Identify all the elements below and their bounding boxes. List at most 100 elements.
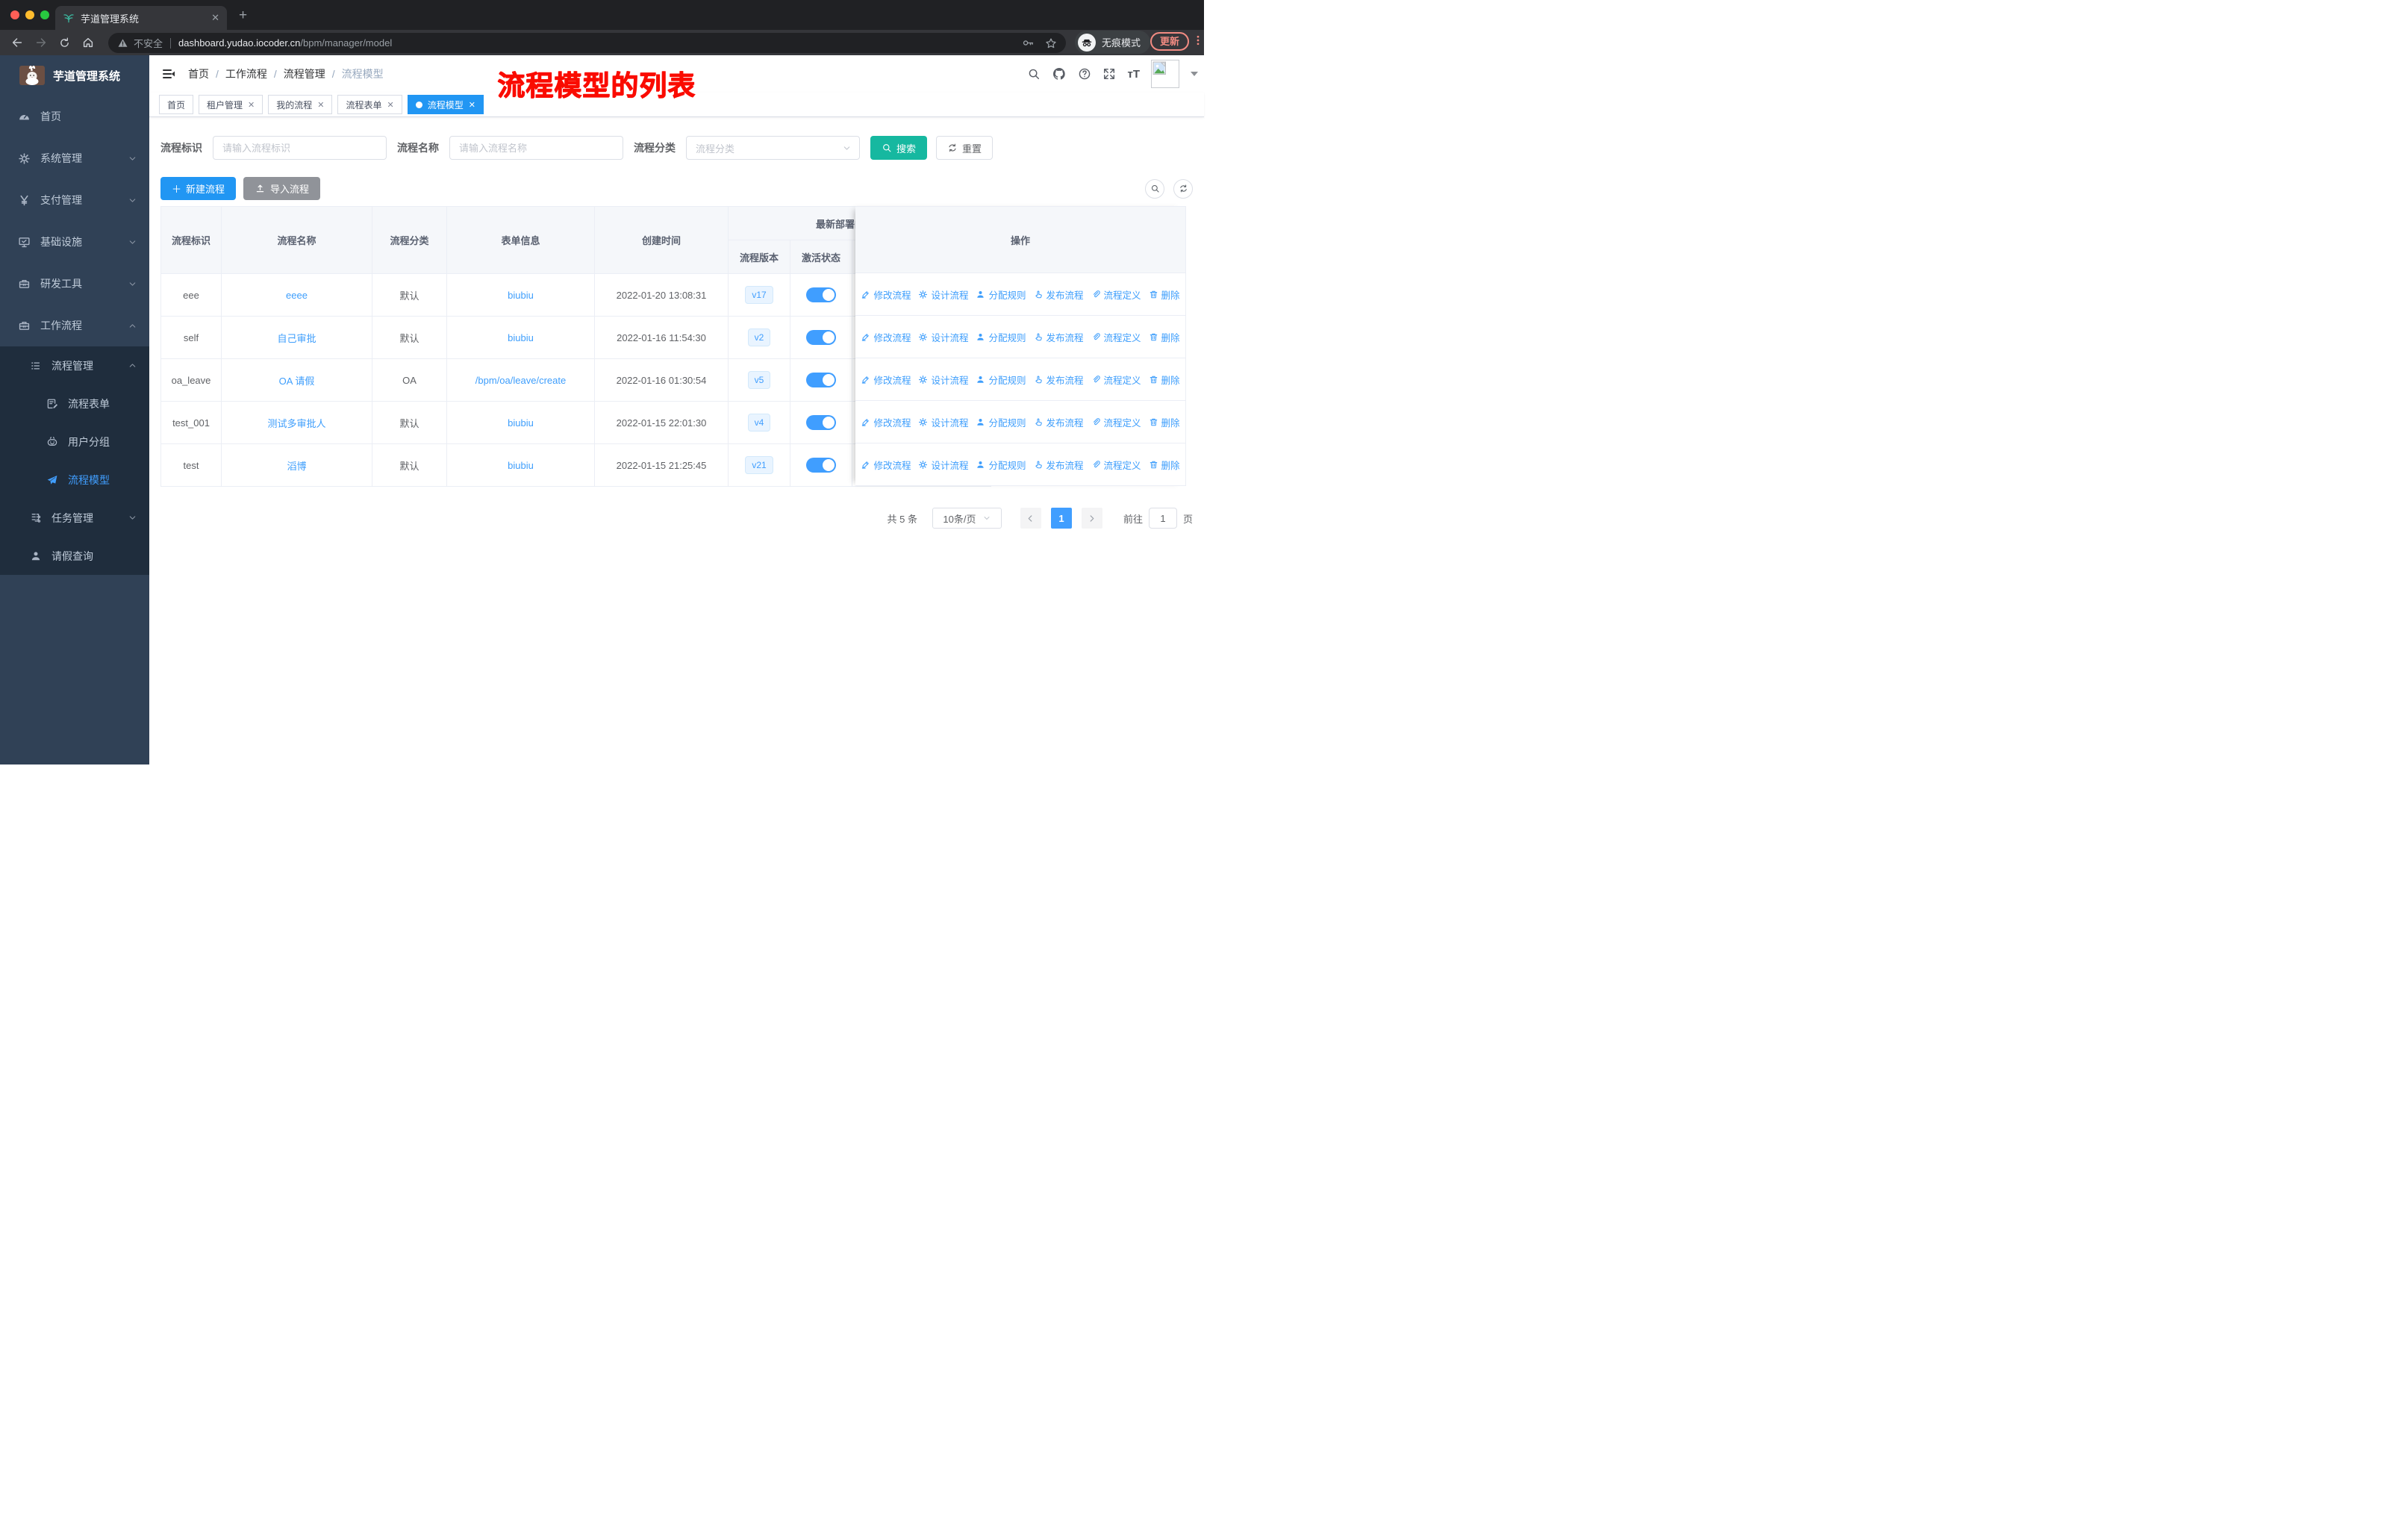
sidebar-item-process-manage[interactable]: 流程管理 xyxy=(0,346,149,384)
sidebar-item-process-model[interactable]: 流程模型 xyxy=(0,461,149,499)
close-icon[interactable]: ✕ xyxy=(317,100,324,110)
category-select[interactable]: 流程分类 xyxy=(686,136,860,160)
cell-form-link[interactable]: biubiu xyxy=(447,444,595,487)
font-size-icon[interactable]: ᴛT xyxy=(1127,68,1140,81)
sidebar-item-home[interactable]: 首页 xyxy=(0,96,149,137)
active-toggle[interactable] xyxy=(806,458,836,473)
sidebar-item-leave-query[interactable]: 请假查询 xyxy=(0,537,149,575)
design-process-link[interactable]: 设计流程 xyxy=(918,373,968,387)
search-button[interactable]: 搜索 xyxy=(870,136,928,160)
process-name-input[interactable] xyxy=(449,136,623,160)
cell-name-link[interactable]: 测试多审批人 xyxy=(222,402,372,444)
show-search-button[interactable] xyxy=(1145,178,1164,199)
close-icon[interactable]: ✕ xyxy=(387,100,394,110)
forward-icon[interactable] xyxy=(34,36,48,49)
active-toggle[interactable] xyxy=(806,373,836,387)
cell-form-link[interactable]: biubiu xyxy=(447,317,595,359)
minimize-window-button[interactable] xyxy=(25,10,34,19)
view-tab-process-model[interactable]: 流程模型 ✕ xyxy=(407,95,484,114)
publish-process-link[interactable]: 发布流程 xyxy=(1034,330,1084,344)
breadcrumb-process-manage[interactable]: 流程管理 xyxy=(284,66,325,81)
assign-rule-link[interactable]: 分配规则 xyxy=(976,287,1026,302)
refresh-table-button[interactable] xyxy=(1173,178,1193,199)
close-icon[interactable]: ✕ xyxy=(469,100,475,110)
current-page[interactable]: 1 xyxy=(1050,508,1072,529)
cell-name-link[interactable]: eeee xyxy=(222,274,372,317)
active-toggle[interactable] xyxy=(806,415,836,430)
edit-process-link[interactable]: 修改流程 xyxy=(861,458,911,472)
help-icon[interactable] xyxy=(1078,67,1091,81)
sidebar-item-user-group[interactable]: 用户分组 xyxy=(0,423,149,461)
edit-process-link[interactable]: 修改流程 xyxy=(861,415,911,429)
page-size-select[interactable]: 10条/页 xyxy=(932,508,1002,529)
close-icon[interactable]: ✕ xyxy=(248,100,255,110)
sidebar-item-workflow[interactable]: 工作流程 xyxy=(0,305,149,346)
publish-process-link[interactable]: 发布流程 xyxy=(1034,415,1084,429)
delete-link[interactable]: 删除 xyxy=(1149,373,1180,387)
chrome-update-button[interactable]: 更新 xyxy=(1150,32,1190,51)
assign-rule-link[interactable]: 分配规则 xyxy=(976,415,1026,429)
import-process-button[interactable]: 导入流程 xyxy=(243,177,321,200)
publish-process-link[interactable]: 发布流程 xyxy=(1034,458,1084,472)
next-page-button[interactable] xyxy=(1081,508,1102,529)
prev-page-button[interactable] xyxy=(1020,508,1041,529)
browser-tab[interactable]: 芋道管理系统 ✕ xyxy=(55,6,227,30)
delete-link[interactable]: 删除 xyxy=(1149,330,1180,344)
process-definition-link[interactable]: 流程定义 xyxy=(1091,287,1141,302)
assign-rule-link[interactable]: 分配规则 xyxy=(976,330,1026,344)
view-tab-tenant[interactable]: 租户管理 ✕ xyxy=(199,95,263,114)
home-icon[interactable] xyxy=(81,36,95,49)
cell-name-link[interactable]: 自己审批 xyxy=(222,317,372,359)
reload-icon[interactable] xyxy=(58,37,71,49)
sidebar-item-task-manage[interactable]: 任务管理 xyxy=(0,499,149,537)
hamburger-icon[interactable] xyxy=(161,66,176,81)
cell-name-link[interactable]: OA 请假 xyxy=(222,359,372,402)
process-definition-link[interactable]: 流程定义 xyxy=(1091,373,1141,387)
delete-link[interactable]: 删除 xyxy=(1149,415,1180,429)
publish-process-link[interactable]: 发布流程 xyxy=(1034,287,1084,302)
github-icon[interactable] xyxy=(1052,66,1067,81)
assign-rule-link[interactable]: 分配规则 xyxy=(976,458,1026,472)
view-tab-home[interactable]: 首页 xyxy=(159,95,194,114)
fullscreen-icon[interactable] xyxy=(1102,67,1116,81)
design-process-link[interactable]: 设计流程 xyxy=(918,415,968,429)
active-toggle[interactable] xyxy=(806,330,836,345)
reset-button[interactable]: 重置 xyxy=(936,136,994,160)
design-process-link[interactable]: 设计流程 xyxy=(918,458,968,472)
process-key-input[interactable] xyxy=(213,136,387,160)
process-definition-link[interactable]: 流程定义 xyxy=(1091,415,1141,429)
cell-name-link[interactable]: 滔博 xyxy=(222,444,372,487)
sidebar-item-payment[interactable]: 支付管理 xyxy=(0,179,149,221)
tab-close-icon[interactable]: ✕ xyxy=(211,12,219,24)
process-definition-link[interactable]: 流程定义 xyxy=(1091,330,1141,344)
version-badge[interactable]: v5 xyxy=(747,371,771,389)
goto-page-input[interactable] xyxy=(1148,508,1177,529)
create-process-button[interactable]: ＋ 新建流程 xyxy=(160,177,237,200)
cell-form-link[interactable]: biubiu xyxy=(447,274,595,317)
process-definition-link[interactable]: 流程定义 xyxy=(1091,458,1141,472)
password-key-icon[interactable] xyxy=(1022,37,1035,49)
version-badge[interactable]: v4 xyxy=(747,414,771,432)
new-tab-button[interactable]: + xyxy=(239,7,247,24)
edit-process-link[interactable]: 修改流程 xyxy=(861,373,911,387)
url-bar[interactable]: 不安全 dashboard.yudao.iocoder.cn/bpm/manag… xyxy=(108,33,1066,53)
bookmark-star-icon[interactable] xyxy=(1045,37,1057,49)
browser-menu-icon[interactable] xyxy=(1192,34,1204,46)
design-process-link[interactable]: 设计流程 xyxy=(918,287,968,302)
active-toggle[interactable] xyxy=(806,287,836,302)
sidebar-item-system[interactable]: 系统管理 xyxy=(0,137,149,179)
search-icon[interactable] xyxy=(1027,67,1041,81)
zoom-window-button[interactable] xyxy=(40,10,49,19)
view-tab-my-process[interactable]: 我的流程 ✕ xyxy=(268,95,333,114)
publish-process-link[interactable]: 发布流程 xyxy=(1034,373,1084,387)
avatar-caret-icon[interactable] xyxy=(1191,72,1198,76)
version-badge[interactable]: v21 xyxy=(745,456,773,474)
edit-process-link[interactable]: 修改流程 xyxy=(861,330,911,344)
delete-link[interactable]: 删除 xyxy=(1149,458,1180,472)
breadcrumb-home[interactable]: 首页 xyxy=(188,66,209,81)
assign-rule-link[interactable]: 分配规则 xyxy=(976,373,1026,387)
sidebar-item-devtools[interactable]: 研发工具 xyxy=(0,263,149,305)
edit-process-link[interactable]: 修改流程 xyxy=(861,287,911,302)
cell-form-link[interactable]: biubiu xyxy=(447,402,595,444)
avatar[interactable] xyxy=(1151,60,1179,88)
